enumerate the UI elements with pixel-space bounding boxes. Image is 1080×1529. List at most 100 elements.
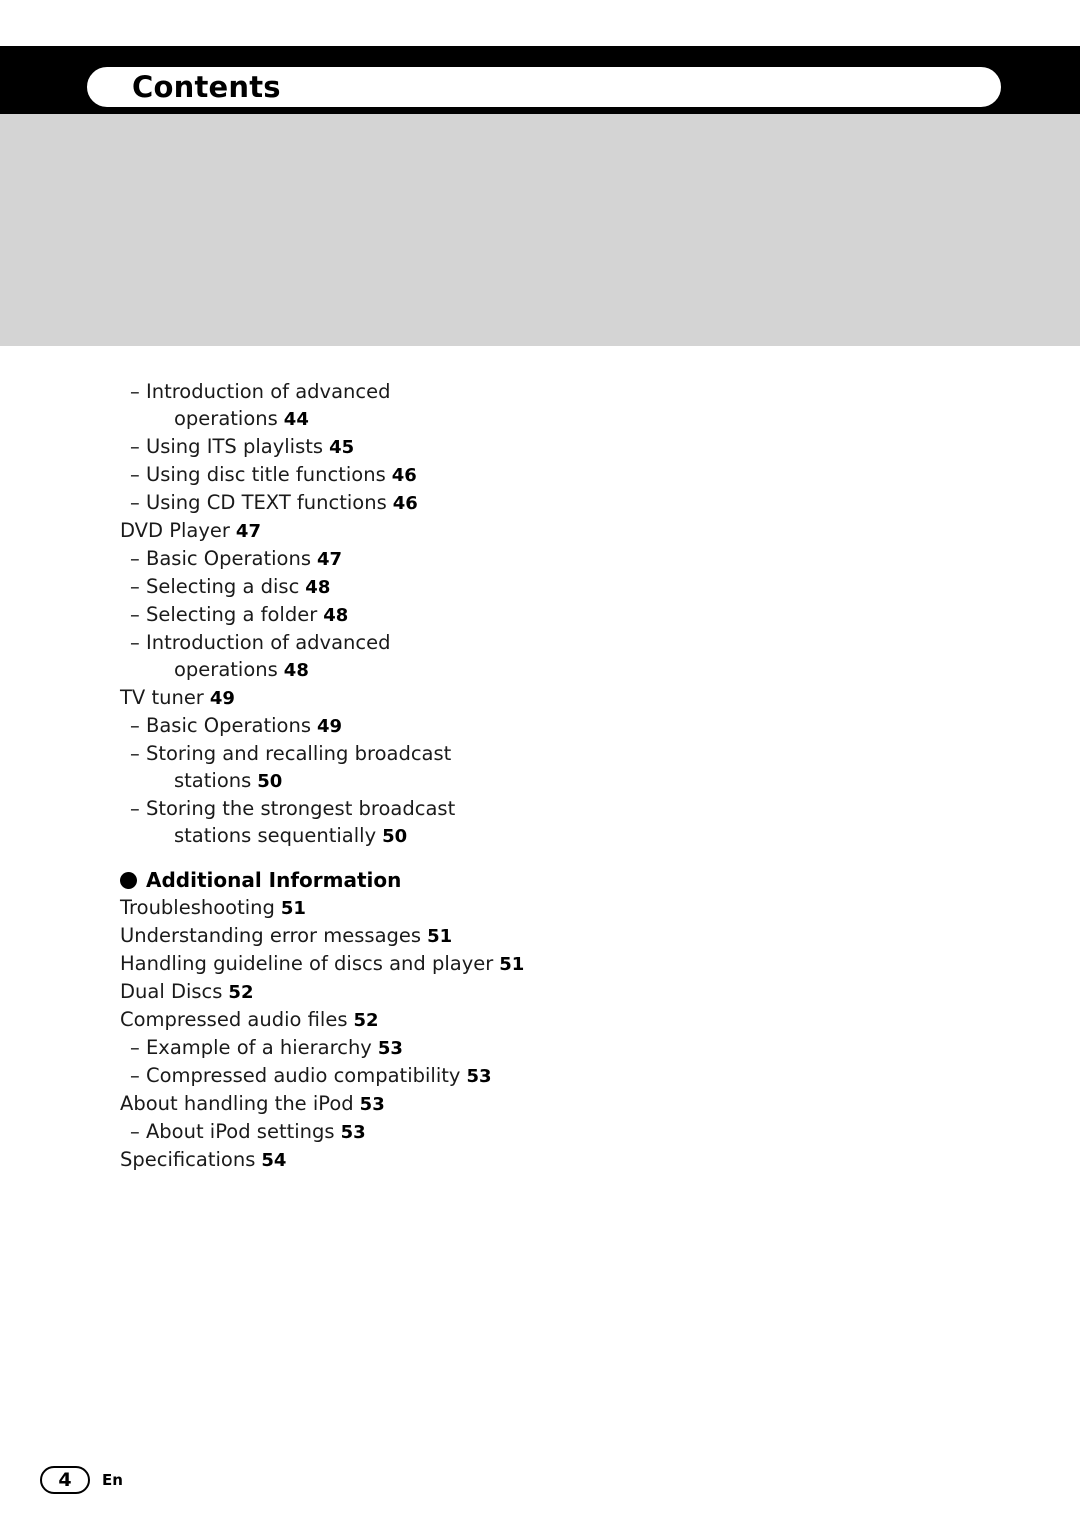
toc-entry[interactable]: – About iPod settings 53 (120, 1118, 590, 1146)
toc-entry[interactable]: – Storing the strongest broadcast (120, 795, 590, 822)
dash-icon: – (130, 435, 146, 458)
toc-entry-label: DVD Player (120, 519, 230, 542)
section-heading-additional-information: Additional Information (120, 868, 590, 892)
toc-entry[interactable]: TV tuner 49 (120, 684, 590, 712)
dash-icon: – (130, 380, 146, 403)
dash-icon: – (130, 1036, 146, 1059)
toc-entry-label: Introduction of advanced (145, 380, 391, 403)
toc-entry-label: TV tuner (120, 686, 204, 709)
toc-entry-label: Basic Operations (145, 547, 311, 570)
toc-entry[interactable]: – Compressed audio compatibility 53 (120, 1062, 590, 1090)
dash-icon: – (130, 491, 146, 514)
dash-icon: – (130, 547, 146, 570)
toc-entry-label: Selecting a disc (145, 575, 300, 598)
toc-entry-label: About handling the iPod (120, 1092, 354, 1115)
dash-icon: – (130, 797, 146, 820)
toc-entry-page: 53 (377, 1038, 403, 1059)
toc-entry-label: operations (174, 658, 278, 681)
toc-entry-page: 53 (340, 1122, 366, 1143)
toc-entry-page: 44 (283, 409, 309, 430)
toc-entry-page: 49 (209, 688, 235, 709)
toc-entry-label: stations (174, 769, 252, 792)
dash-icon: – (130, 714, 146, 737)
toc-entry[interactable]: – Introduction of advanced (120, 378, 590, 405)
page-footer: 4 En (40, 1466, 123, 1494)
toc-entry[interactable]: Dual Discs 52 (120, 978, 590, 1006)
toc-entry-label: stations sequentially (174, 824, 377, 847)
dash-icon: – (130, 1064, 146, 1087)
toc-entry[interactable]: stations 50 (120, 767, 590, 795)
toc-entry-label: Specifications (120, 1148, 256, 1171)
toc-entry-page: 51 (427, 926, 453, 947)
toc-entry[interactable]: – Using CD TEXT functions 46 (120, 489, 590, 517)
toc-entry[interactable]: Troubleshooting 51 (120, 894, 590, 922)
dash-icon: – (130, 742, 146, 765)
toc-entry-page: 54 (261, 1150, 287, 1171)
toc-entry[interactable]: – Example of a hierarchy 53 (120, 1034, 590, 1062)
toc-entry[interactable]: – Selecting a folder 48 (120, 601, 590, 629)
toc-entry[interactable]: operations 48 (120, 656, 590, 684)
toc-entry-label: Using disc title functions (145, 463, 386, 486)
toc-entry-label: Selecting a folder (145, 603, 318, 626)
toc-entry[interactable]: – Storing and recalling broadcast (120, 740, 590, 767)
toc-entry[interactable]: Handling guideline of discs and player 51 (120, 950, 590, 978)
table-of-contents: – Introduction of advanced operations 44– … (120, 378, 590, 1174)
toc-entry-label: About iPod settings (145, 1120, 335, 1143)
toc-entry-page: 52 (228, 982, 254, 1003)
toc-entry[interactable]: About handling the iPod 53 (120, 1090, 590, 1118)
toc-entry-page: 46 (392, 493, 418, 514)
toc-entry-label: Introduction of advanced (145, 631, 391, 654)
bullet-icon (120, 871, 137, 889)
toc-entry-label: Handling guideline of discs and player (120, 952, 494, 975)
toc-entry[interactable]: – Basic Operations 49 (120, 712, 590, 740)
toc-entry-page: 49 (316, 716, 343, 737)
toc-entry-page: 53 (466, 1066, 492, 1087)
toc-entry-label: Compressed audio files (120, 1008, 348, 1031)
toc-entry[interactable]: – Basic Operations 47 (120, 545, 590, 573)
toc-entry-page: 53 (359, 1094, 385, 1115)
toc-entry[interactable]: – Using ITS playlists 45 (120, 433, 590, 461)
toc-entry-page: 52 (353, 1010, 379, 1031)
toc-entry-label: Basic Operations (145, 714, 311, 737)
toc-entry[interactable]: Understanding error messages 51 (120, 922, 590, 950)
toc-entry-page: 50 (382, 826, 408, 847)
toc-entry[interactable]: DVD Player 47 (120, 517, 590, 545)
dash-icon: – (130, 575, 146, 598)
toc-entry-page: 51 (280, 898, 306, 919)
toc-entry-page: 47 (235, 521, 261, 542)
toc-entry-label: Using ITS playlists (145, 435, 324, 458)
toc-entry-label: Troubleshooting (120, 896, 275, 919)
toc-entry-label: Compressed audio compatibility (145, 1064, 461, 1087)
dash-icon: – (130, 463, 146, 486)
page-number: 4 (40, 1466, 90, 1494)
section-title: Additional Information (146, 868, 402, 892)
dash-icon: – (130, 603, 146, 626)
toc-entry-page: 48 (323, 605, 349, 626)
toc-entry[interactable]: Compressed audio files 52 (120, 1006, 590, 1034)
toc-entry[interactable]: – Selecting a disc 48 (120, 573, 590, 601)
toc-entry-page: 51 (499, 954, 525, 975)
toc-entry-label: Understanding error messages (120, 924, 422, 947)
toc-entry-label: Storing the strongest broadcast (145, 797, 456, 820)
header-gray-band (0, 114, 1080, 346)
toc-entry-page: 50 (257, 771, 283, 792)
dash-icon: – (130, 631, 146, 654)
toc-entry-label: Dual Discs (120, 980, 223, 1003)
toc-entry-page: 46 (391, 465, 417, 486)
toc-entry-label: Using CD TEXT functions (145, 491, 387, 514)
toc-entry[interactable]: stations sequentially 50 (120, 822, 590, 850)
toc-entry-page: 47 (316, 549, 343, 570)
toc-entry-label: operations (174, 407, 278, 430)
toc-entry-label: Storing and recalling broadcast (145, 742, 452, 765)
dash-icon: – (130, 1120, 146, 1143)
toc-entry-page: 48 (283, 660, 309, 681)
page-title: Contents (132, 70, 281, 104)
toc-entry[interactable]: – Introduction of advanced (120, 629, 590, 656)
toc-entry-page: 48 (305, 577, 331, 598)
toc-entry[interactable]: – Using disc title functions 46 (120, 461, 590, 489)
toc-entry-label: Example of a hierarchy (145, 1036, 372, 1059)
toc-entry[interactable]: operations 44 (120, 405, 590, 433)
toc-entry-page: 45 (329, 437, 355, 458)
language-code: En (102, 1471, 123, 1489)
toc-entry[interactable]: Specifications 54 (120, 1146, 590, 1174)
